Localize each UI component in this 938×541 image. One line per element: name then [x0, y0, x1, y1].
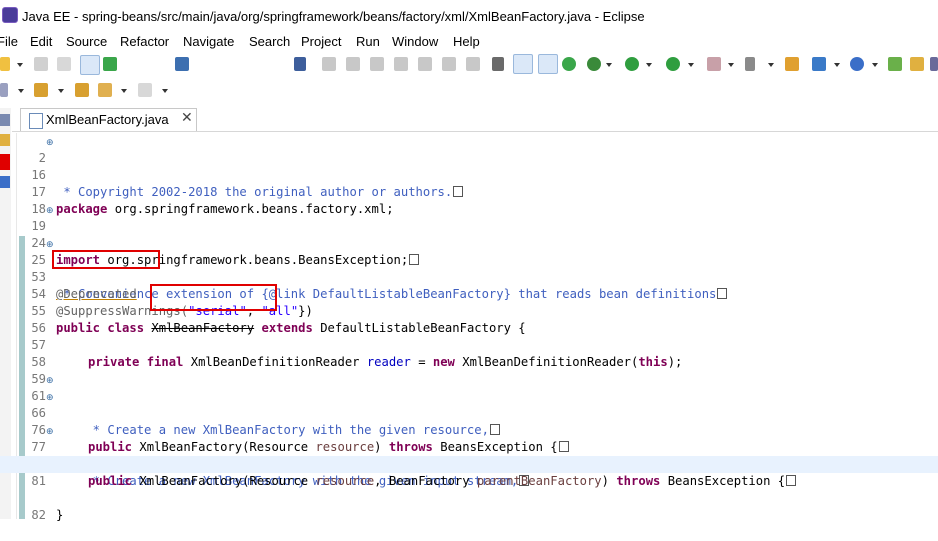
deprecated-highlight-box	[52, 250, 160, 269]
code-line: 77 ⊕ * Create a new XmlBeanFactory with …	[0, 422, 938, 488]
code-line: 59	[0, 354, 938, 386]
line-number: 82	[31, 508, 46, 522]
code-line: 76	[0, 405, 938, 437]
code-line: 61 ⊕ * Create a new XmlBeanFactory with …	[0, 371, 938, 437]
current-line: 81	[0, 456, 938, 488]
code-line: 16	[0, 150, 938, 182]
code-line: 56	[0, 303, 938, 335]
code-line: 17 package org.springframework.beans.fac…	[0, 167, 938, 216]
code-line: 57 private final XmlBeanDefinitionReader…	[0, 320, 938, 369]
code-line: 58	[0, 337, 938, 369]
code-line: 19 ⊕ import org.springframework.beans.Be…	[0, 201, 938, 267]
code-line: 18	[0, 184, 938, 216]
code-line: 24	[0, 218, 938, 250]
class-name-highlight-box	[150, 284, 277, 311]
code-line: 66 ⊕ public XmlBeanFactory(Resource reso…	[0, 388, 938, 454]
code-line: 2 ⊕ * Copyright 2002-2018 the original a…	[0, 133, 938, 199]
code-line: public XmlBeanFactory(Resource resource,…	[0, 439, 938, 488]
code-line: 55 public class XmlBeanFactory extends D…	[0, 286, 938, 335]
code-line: 54 @SuppressWarnings("serial", "all"})	[0, 269, 938, 318]
code-line: 82	[0, 490, 938, 522]
code-text: }	[56, 508, 64, 522]
code-line: }	[0, 473, 938, 522]
